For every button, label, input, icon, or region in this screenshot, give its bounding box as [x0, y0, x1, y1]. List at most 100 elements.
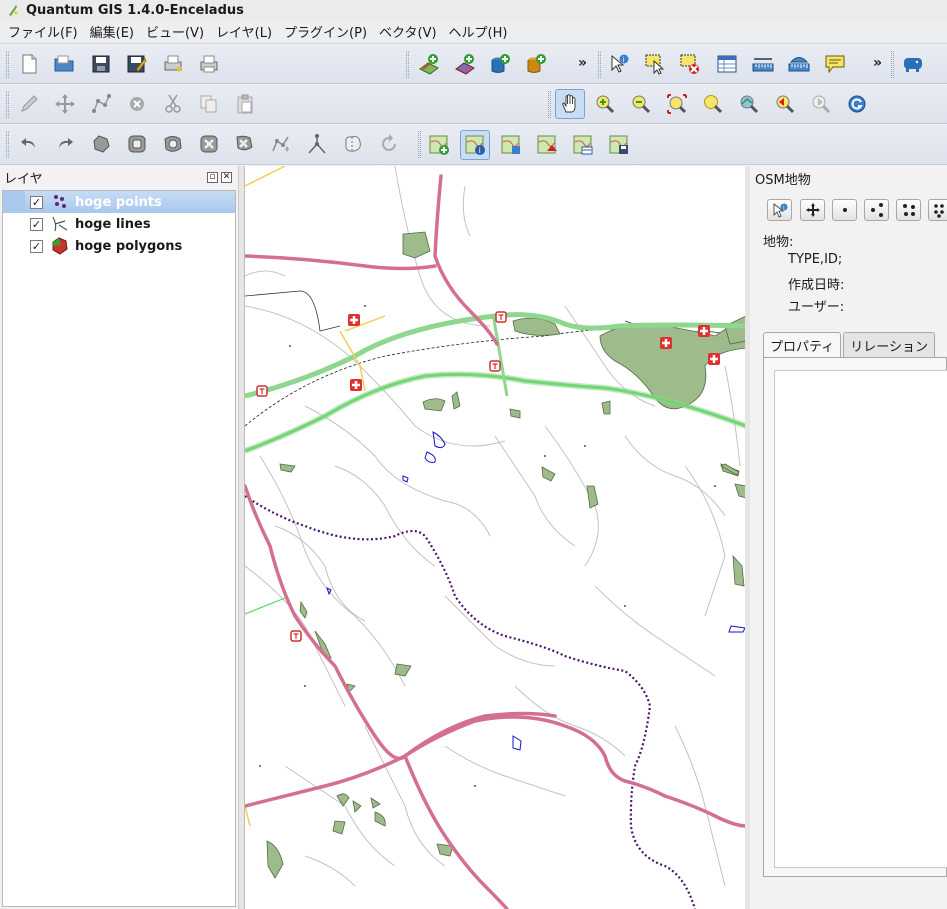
- paste-clipboard-icon: [237, 94, 253, 114]
- toolbar-grip[interactable]: [6, 51, 9, 78]
- copy-features-button[interactable]: [194, 89, 224, 119]
- post-office-poi-icon: [290, 630, 302, 642]
- osm-create-line-button[interactable]: [864, 199, 889, 221]
- osm-create-point-button[interactable]: [832, 199, 857, 221]
- add-postgis-layer-button[interactable]: [485, 49, 515, 79]
- osm-load-icon: [429, 135, 449, 155]
- zoom-to-selection-button[interactable]: [698, 89, 728, 119]
- add-ring-button[interactable]: [122, 129, 152, 159]
- osm-create-relation-button[interactable]: [928, 199, 947, 221]
- delete-selected-button[interactable]: [122, 89, 152, 119]
- menu-vector[interactable]: ベクタ(V): [373, 20, 443, 43]
- osm-create-polygon-button[interactable]: [896, 199, 921, 221]
- move-feature-button[interactable]: [50, 89, 80, 119]
- layer-row-hoge-points[interactable]: ✓ hoge points: [3, 191, 235, 213]
- merge-features-button[interactable]: [338, 129, 368, 159]
- print-button[interactable]: [194, 49, 224, 79]
- map-render[interactable]: [245, 166, 745, 909]
- zoom-next-button[interactable]: [806, 89, 836, 119]
- tab-properties[interactable]: プロパティ: [763, 332, 842, 358]
- osm-save-button[interactable]: [604, 130, 634, 160]
- layer-tree[interactable]: ✓ hoge points ✓ hoge lines ✓ hoge polygo…: [2, 190, 236, 907]
- tab-relations[interactable]: リレーション: [843, 332, 935, 358]
- delete-ring-button[interactable]: [194, 129, 224, 159]
- new-project-button[interactable]: [14, 49, 44, 79]
- measure-line-button[interactable]: [748, 49, 778, 79]
- zoom-full-button[interactable]: [662, 89, 692, 119]
- toggle-editing-button[interactable]: [14, 89, 44, 119]
- cut-features-button[interactable]: [158, 89, 188, 119]
- svg-text:i: i: [479, 146, 481, 155]
- split-features-button[interactable]: [302, 129, 332, 159]
- print-composer-button[interactable]: [158, 49, 188, 79]
- toolbar-grip[interactable]: [598, 51, 601, 78]
- add-island-button[interactable]: [158, 129, 188, 159]
- osm-import-icon: [573, 135, 593, 155]
- deselect-features-icon: [680, 54, 699, 74]
- menu-layer[interactable]: レイヤ(L): [210, 20, 278, 43]
- measure-area-button[interactable]: [784, 49, 814, 79]
- zoom-in-button[interactable]: [590, 89, 620, 119]
- osm-download-button[interactable]: [496, 130, 526, 160]
- toolbar-overflow-button[interactable]: »: [578, 55, 587, 71]
- pan-map-button[interactable]: [555, 89, 585, 119]
- add-raster-layer-icon: [455, 54, 475, 75]
- python-console-button[interactable]: [898, 49, 928, 79]
- redo-button[interactable]: [50, 129, 80, 159]
- layer-visibility-checkbox[interactable]: ✓: [30, 195, 43, 209]
- osm-import-button[interactable]: [568, 130, 598, 160]
- node-tool-button[interactable]: [86, 89, 116, 119]
- layer-row-hoge-polygons[interactable]: ✓ hoge polygons: [3, 235, 235, 257]
- polygon-nodes-icon: [902, 204, 915, 216]
- toolbar-grip[interactable]: [891, 51, 894, 78]
- identify-features-button[interactable]: i: [604, 49, 634, 79]
- toolbar-grip[interactable]: [548, 91, 551, 118]
- map-tips-button[interactable]: [820, 49, 850, 79]
- add-raster-layer-button[interactable]: [450, 49, 480, 79]
- zoom-last-button[interactable]: [770, 89, 800, 119]
- reshape-features-button[interactable]: [266, 129, 296, 159]
- osm-load-button[interactable]: [424, 130, 454, 160]
- toolbar-grip[interactable]: [406, 51, 409, 78]
- select-features-button[interactable]: [640, 49, 670, 79]
- attribute-table-icon: [717, 55, 737, 73]
- menu-file[interactable]: ファイル(F): [2, 20, 84, 43]
- osm-upload-button[interactable]: [532, 130, 562, 160]
- paste-features-button[interactable]: [230, 89, 260, 119]
- simplify-feature-button[interactable]: [86, 129, 116, 159]
- map-canvas[interactable]: [244, 166, 745, 909]
- rotate-point-symbols-button[interactable]: [374, 129, 404, 159]
- osm-move-tool-button[interactable]: [800, 199, 825, 221]
- deselect-features-button[interactable]: [675, 49, 705, 79]
- layer-visibility-checkbox[interactable]: ✓: [30, 217, 43, 231]
- zoom-out-button[interactable]: [626, 89, 656, 119]
- close-panel-button[interactable]: ✕: [221, 171, 232, 183]
- zoom-to-layer-button[interactable]: [734, 89, 764, 119]
- undo-button[interactable]: [14, 129, 44, 159]
- save-project-button[interactable]: [86, 49, 116, 79]
- add-spatialite-layer-button[interactable]: [521, 49, 551, 79]
- layers-panel: レイヤ ▫ ✕ ✓ hoge points ✓ hoge lines ✓ hog…: [0, 166, 239, 909]
- menu-plugins[interactable]: プラグイン(P): [278, 20, 373, 43]
- menu-help[interactable]: ヘルプ(H): [443, 20, 514, 43]
- osm-properties-table[interactable]: [774, 370, 947, 868]
- add-island-icon: [164, 136, 182, 152]
- menu-view[interactable]: ビュー(V): [140, 20, 210, 43]
- qgis-logo-icon: [9, 5, 18, 16]
- toolbar-grip[interactable]: [418, 131, 421, 158]
- osm-identify-tool-button[interactable]: i: [767, 199, 792, 221]
- open-attribute-table-button[interactable]: [712, 49, 742, 79]
- menu-edit[interactable]: 編集(E): [84, 20, 140, 43]
- float-panel-button[interactable]: ▫: [207, 171, 218, 183]
- toolbar-grip[interactable]: [6, 131, 9, 158]
- add-vector-layer-button[interactable]: [414, 49, 444, 79]
- delete-part-button[interactable]: [230, 129, 260, 159]
- layer-visibility-checkbox[interactable]: ✓: [30, 239, 43, 253]
- save-project-as-button[interactable]: [121, 49, 151, 79]
- layer-row-hoge-lines[interactable]: ✓ hoge lines: [3, 213, 235, 235]
- open-project-button[interactable]: [49, 49, 79, 79]
- osm-identify-button[interactable]: i: [460, 130, 490, 160]
- refresh-map-button[interactable]: [842, 89, 872, 119]
- toolbar-overflow-button[interactable]: »: [873, 55, 882, 71]
- toolbar-grip[interactable]: [6, 91, 9, 118]
